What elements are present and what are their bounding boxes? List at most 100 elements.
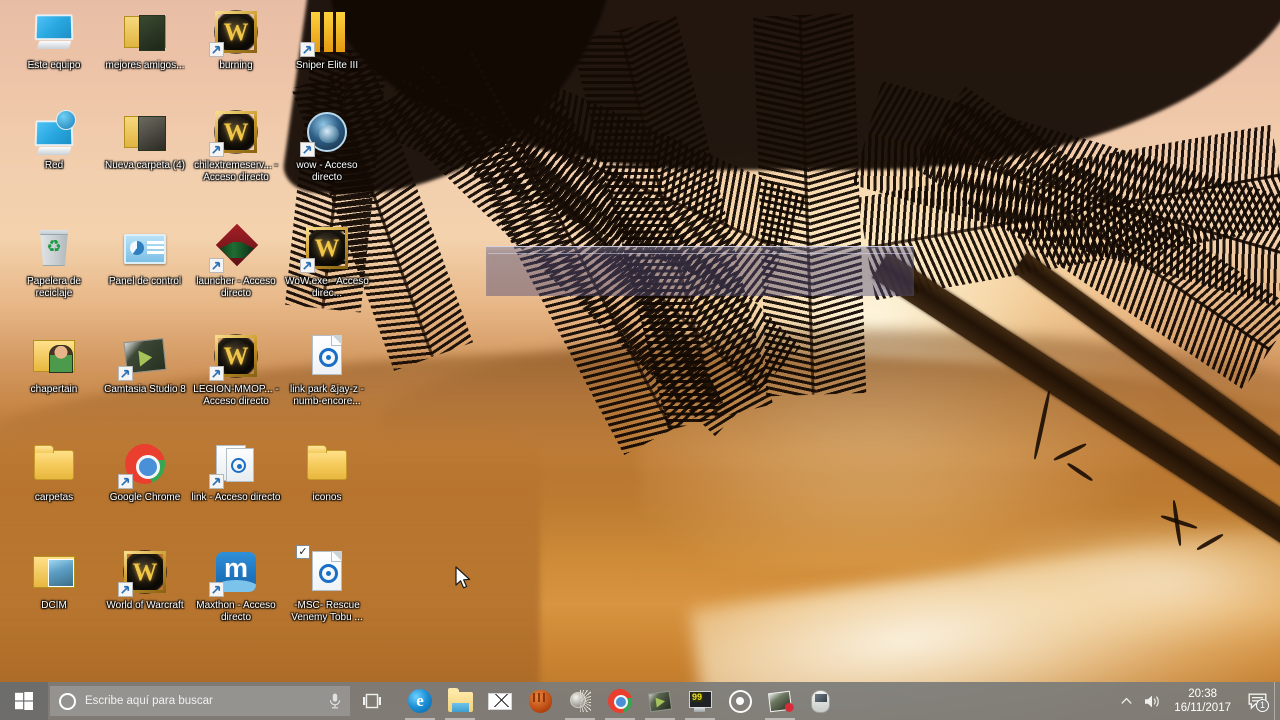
show-hidden-icons-button[interactable]	[1113, 682, 1139, 720]
shortcut-arrow-icon	[209, 42, 224, 57]
desktop-icon-world-of-warcraft[interactable]: W World of Warcraft	[99, 548, 191, 612]
camtasia-icon	[647, 690, 673, 712]
recycle-bin-icon	[30, 224, 78, 272]
desktop-icon-label: Nueva carpeta (4)	[104, 160, 186, 171]
shortcut-arrow-icon	[118, 366, 133, 381]
network-icon	[30, 108, 78, 156]
desktop-icon-label: World of Warcraft	[106, 600, 184, 611]
desktop-icon-label: DCIM	[41, 600, 67, 611]
google-chrome-icon	[118, 440, 169, 489]
desktop-icon-mejores-amigos[interactable]: mejores amigos...	[99, 8, 191, 72]
edge-icon: e	[408, 689, 432, 713]
desktop-icon-label: burning	[219, 60, 253, 71]
desktop-icon-dcim[interactable]: DCIM	[8, 548, 100, 612]
microphone-icon[interactable]	[328, 693, 342, 709]
desktop-icon-label: Papelera de reciclaje	[27, 276, 81, 299]
desktop-icon-burning[interactable]: W burning	[190, 8, 282, 72]
mouse-cursor	[455, 566, 473, 592]
desktop-icon-label: LEGION-MMOP... - Acceso directo	[193, 384, 279, 407]
chrome-icon	[608, 689, 632, 713]
taskbar-app-media-player[interactable]	[720, 682, 760, 720]
search-input[interactable]: Escribe aquí para buscar	[50, 686, 350, 716]
desktop-icon-grid: Este equipo mejores amigos... W burning	[0, 0, 1280, 720]
desktop-icon-iconos[interactable]: iconos	[281, 440, 373, 504]
desktop-icon-label: chapertain	[30, 384, 78, 395]
desktop-icon-legion-mmop[interactable]: W LEGION-MMOP... - Acceso directo	[190, 332, 282, 407]
desktop-icon-chapertain[interactable]: chapertain	[8, 332, 100, 396]
taskbar-app-camtasia-studio[interactable]	[640, 682, 680, 720]
action-center-button[interactable]: 1	[1240, 682, 1274, 720]
cortana-icon[interactable]	[59, 692, 76, 710]
shortcut-arrow-icon	[209, 582, 224, 597]
desktop-icon-launcher[interactable]: launcher - Acceso directo	[190, 224, 282, 299]
world-of-warcraft-icon: W	[209, 332, 260, 381]
launcher-icon	[209, 224, 260, 273]
file-explorer-icon	[448, 688, 473, 712]
monitor-icon: 99	[688, 690, 712, 712]
desktop-icon-wow-exe[interactable]: W WoW.exe - Acceso direc...	[281, 224, 373, 299]
notification-badge: 1	[1256, 699, 1269, 712]
desktop-icon-link-park-jay-z[interactable]: link park &jay-z - numb-encore...	[281, 332, 373, 407]
taskbar-app-google-chrome[interactable]	[600, 682, 640, 720]
wow-blue-orb-icon	[300, 108, 351, 157]
desktop-icon-este-equipo[interactable]: Este equipo	[8, 8, 100, 72]
world-of-warcraft-icon: W	[209, 108, 260, 157]
desktop[interactable]: Este equipo mejores amigos... W burning	[0, 0, 1280, 720]
taskbar-app-glove[interactable]	[520, 682, 560, 720]
desktop-icon-label: link - Acceso directo	[191, 492, 281, 503]
search-placeholder-text: Escribe aquí para buscar	[85, 695, 213, 707]
desktop-icon-wow-acceso-directo[interactable]: wow - Acceso directo	[281, 108, 373, 183]
desktop-icon-label: link park &jay-z - numb-encore...	[290, 384, 364, 407]
taskbar-app-monitor[interactable]: 99	[680, 682, 720, 720]
volume-button[interactable]	[1139, 682, 1165, 720]
desktop-icon-google-chrome[interactable]: Google Chrome	[99, 440, 191, 504]
desktop-icon-sniper-elite-iii[interactable]: Sniper Elite III	[281, 8, 373, 72]
taskbar[interactable]: Escribe aquí para buscar e 99 20:38 16/1…	[0, 682, 1280, 720]
desktop-icon-carpetas[interactable]: carpetas	[8, 440, 100, 504]
desktop-icon-label: carpetas	[34, 492, 74, 503]
media-file-icon: ✓	[296, 545, 351, 596]
folder-icon	[303, 440, 351, 488]
desktop-icon-maxthon[interactable]: Maxthon - Acceso directo	[190, 548, 282, 623]
folder-open-icon	[121, 8, 169, 56]
taskbar-app-lamp[interactable]	[560, 682, 600, 720]
checkbox-icon: ✓	[296, 545, 310, 559]
task-view-icon	[363, 693, 381, 709]
taskbar-pinned-apps: e 99	[400, 682, 840, 720]
taskbar-app-microsoft-edge[interactable]: e	[400, 682, 440, 720]
desktop-icon-red[interactable]: Red	[8, 108, 100, 172]
shortcut-arrow-icon	[300, 142, 315, 157]
taskbar-app-mouse-device[interactable]	[800, 682, 840, 720]
clock[interactable]: 20:38 16/11/2017	[1165, 682, 1240, 720]
desktop-icon-label: Red	[44, 160, 64, 171]
taskbar-app-file-explorer[interactable]	[440, 682, 480, 720]
speaker-icon	[1144, 695, 1159, 707]
maxthon-icon	[209, 548, 260, 597]
desktop-icon-nueva-carpeta-4[interactable]: Nueva carpeta (4)	[99, 108, 191, 172]
desktop-icon-chilextremeserv[interactable]: W chilextremeserv... - Acceso directo	[190, 108, 282, 183]
show-desktop-button[interactable]	[1274, 682, 1280, 720]
desktop-icon-label: Sniper Elite III	[295, 60, 359, 71]
desktop-icon-link-acceso-directo[interactable]: link - Acceso directo	[190, 440, 282, 504]
chevron-up-icon	[1121, 697, 1132, 704]
desktop-icon-papelera-de-reciclaje[interactable]: Papelera de reciclaje	[8, 224, 100, 299]
taskbar-app-photos[interactable]	[760, 682, 800, 720]
desktop-icon-label: launcher - Acceso directo	[196, 276, 276, 299]
desktop-icon-msc-rescue-venemy-tobu[interactable]: ✓ -MSC- Rescue Venemy Tobu ...	[281, 545, 373, 623]
desktop-icon-label: iconos	[312, 492, 342, 503]
start-button[interactable]	[0, 682, 48, 720]
shortcut-arrow-icon	[118, 474, 133, 489]
clock-time: 20:38	[1188, 688, 1218, 700]
desktop-icon-camtasia-studio-8[interactable]: Camtasia Studio 8	[99, 332, 191, 396]
taskbar-app-mail[interactable]	[480, 682, 520, 720]
lamp-icon	[569, 690, 591, 712]
desktop-icon-label: Google Chrome	[109, 492, 181, 503]
task-view-button[interactable]	[350, 682, 394, 720]
system-tray: 20:38 16/11/2017 1	[1113, 682, 1280, 720]
windows-logo-icon	[15, 692, 33, 710]
shortcut-arrow-icon	[209, 142, 224, 157]
media-file-icon	[303, 332, 351, 380]
desktop-icon-panel-de-control[interactable]: Panel de control	[99, 224, 191, 288]
desktop-icon-label: Panel de control	[108, 276, 182, 287]
world-of-warcraft-icon: W	[118, 548, 169, 597]
